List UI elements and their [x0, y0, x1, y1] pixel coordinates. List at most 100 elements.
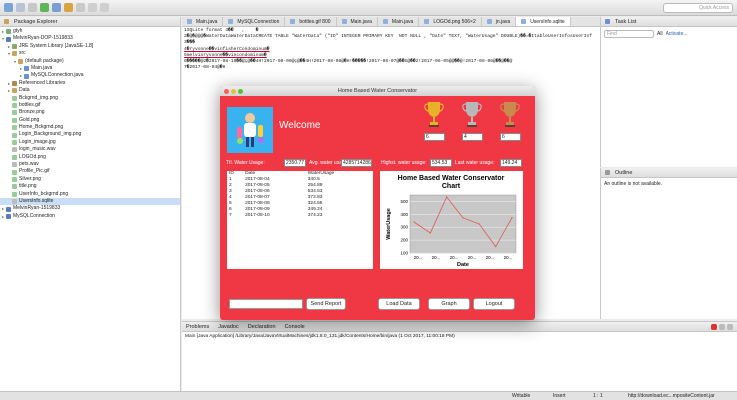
minimize-button[interactable]	[231, 88, 236, 94]
tree-item[interactable]: Profile_Pic.gif	[0, 168, 180, 175]
tree-item-label: Home_Bckgrnd.png	[19, 124, 64, 131]
save-icon[interactable]	[16, 3, 25, 12]
code-content[interactable]: 1SQLite format 3�� , � 2�@�@@@�WaterDataW…	[182, 27, 600, 72]
tree-item[interactable]: UsersInfo.sqlite	[0, 197, 180, 206]
file-icon	[12, 154, 17, 160]
code-line: 7�2017-08-04@�H	[184, 65, 226, 71]
run-icon[interactable]	[40, 3, 49, 12]
tree-item-label: LOGOd.png	[19, 153, 46, 160]
chart-x-tick-label: 20...	[432, 255, 441, 260]
tree-item[interactable]: ▸ MySQLConnection	[0, 213, 180, 220]
chart-y-axis-label: WaterUsage	[386, 208, 392, 240]
logout-button[interactable]: Logout	[473, 298, 515, 310]
package-explorer-header: Package Explorer	[0, 17, 180, 27]
status-insert: Insert	[553, 393, 566, 399]
tree-item[interactable]: Home_Bckgrnd.png	[0, 124, 180, 131]
silver-count-box: 4	[462, 133, 483, 141]
search-icon[interactable]	[76, 3, 85, 12]
editor-tab[interactable]: UsersInfo.sqlite	[516, 17, 571, 26]
scroll-lock-icon[interactable]	[727, 324, 733, 330]
tree-item[interactable]: ▸ gtyh	[0, 28, 180, 35]
tree-item[interactable]: ▾ MelvinRyan-DOP-1519833	[0, 35, 180, 42]
tree-item[interactable]: title.png	[0, 183, 180, 190]
tree-item-label: Login_Background_img.png	[19, 131, 82, 138]
tree-item-label: Bckgrnd_img.png	[19, 94, 58, 101]
tree-item[interactable]: ▸ Data	[0, 87, 180, 94]
editor-tab[interactable]: jn.java	[482, 17, 517, 26]
console-tab[interactable]: Problems	[186, 324, 209, 330]
chart-data-point	[495, 246, 497, 248]
console-tab[interactable]: Console	[285, 324, 305, 330]
table-row[interactable]: 7 2017-08-10 374.23	[227, 213, 373, 219]
close-button[interactable]	[224, 88, 229, 94]
tree-item[interactable]: ▸ MelvinRyan-1519833	[0, 205, 180, 212]
print-icon[interactable]	[28, 3, 37, 12]
open-type-icon[interactable]	[64, 3, 73, 12]
profile-image	[227, 107, 273, 153]
editor-tab[interactable]: LOGOd.png 506×2	[419, 17, 482, 26]
console-tab[interactable]: Declaration	[248, 324, 276, 330]
forward-icon[interactable]	[100, 3, 109, 12]
file-icon	[6, 206, 11, 212]
tree-item-label: UsersInfo.sqlite	[19, 197, 54, 204]
last-usage-value: 149.24	[500, 159, 522, 167]
tree-item[interactable]: ▾ src	[0, 50, 180, 57]
tree-item[interactable]: Bckgrnd_img.png	[0, 95, 180, 102]
tree-item[interactable]: ▸ Main.java	[0, 65, 180, 72]
tree-item-label: Data	[19, 87, 30, 94]
tree-item[interactable]: Login_image.jpg	[0, 139, 180, 146]
outline-title: Outline	[615, 169, 633, 176]
tree-item-label: gtyh	[13, 28, 23, 34]
tree-item[interactable]: Gold.png	[0, 117, 180, 124]
bronze-trophy-icon	[500, 100, 520, 130]
task-list-header: Task List	[601, 17, 737, 27]
debug-icon[interactable]	[52, 3, 61, 12]
chart-x-tick-label: 20...	[486, 255, 495, 260]
editor-tab[interactable]: bottles.gif 800	[285, 17, 337, 26]
tree-item[interactable]: login_music.wav	[0, 146, 180, 153]
tree-item[interactable]: Bronze.png	[0, 109, 180, 116]
editor-tab[interactable]: Main.java	[182, 17, 224, 26]
tree-item[interactable]: ▸ JRE System Library [JavaSE-1.8]	[0, 43, 180, 50]
tree-item[interactable]: LOGOd.png	[0, 154, 180, 161]
tree-item[interactable]: ▸ MySQLConnection.java	[0, 72, 180, 79]
report-input[interactable]	[229, 299, 303, 309]
water-conservator-window: Home Based Water Conservator Welcome 6 4 6…	[220, 86, 535, 320]
tree-item[interactable]: ▸ Referenced Libraries	[0, 80, 180, 87]
console-tab[interactable]: Javadoc	[218, 324, 239, 330]
graph-button[interactable]: Graph	[428, 298, 470, 310]
water-usage-table[interactable]: ID Date WaterUsage 1 2017-08-04 340.5 2 2017-0…	[227, 171, 373, 269]
file-icon	[486, 19, 492, 24]
task-filter-all[interactable]: All	[657, 31, 663, 37]
load-data-button[interactable]: Load Data	[378, 298, 420, 310]
task-activate-link[interactable]: Activate...	[666, 31, 688, 37]
send-report-button[interactable]: Send Report	[306, 298, 346, 310]
editor-tab-label: Main.java	[350, 18, 372, 25]
file-icon	[18, 58, 23, 64]
tree-item[interactable]: ▾ (default package)	[0, 58, 180, 65]
file-icon	[12, 184, 17, 190]
maximize-button[interactable]	[238, 88, 243, 94]
editor-tab[interactable]: Main.java	[337, 17, 378, 26]
tree-item[interactable]: Silver.png	[0, 176, 180, 183]
tree-item[interactable]: bottles.gif	[0, 102, 180, 109]
editor-tab-label: Main.java	[196, 18, 218, 25]
terminate-icon[interactable]	[711, 324, 717, 330]
file-icon	[382, 19, 388, 24]
tree-item[interactable]: Login_Background_img.png	[0, 131, 180, 138]
task-find-input[interactable]: Find	[604, 30, 654, 38]
file-icon	[12, 95, 17, 101]
new-icon[interactable]	[4, 3, 13, 12]
clear-console-icon[interactable]	[719, 324, 725, 330]
tree-item-label: Main.java	[31, 64, 53, 71]
editor-tab[interactable]: Main.java	[378, 17, 420, 26]
tree-item[interactable]: pets.wav	[0, 161, 180, 168]
editor-tab[interactable]: MySQLConnection	[223, 17, 286, 26]
chart-title: Home Based Water Conservator	[398, 175, 505, 182]
file-icon	[12, 199, 17, 205]
back-icon[interactable]	[88, 3, 97, 12]
quick-access-input[interactable]: Quick Access	[663, 3, 733, 13]
table-cell: 2017-08-10	[245, 213, 270, 218]
tree-item[interactable]: UserInfo_bckgrnd.png	[0, 191, 180, 198]
file-icon	[12, 117, 17, 123]
